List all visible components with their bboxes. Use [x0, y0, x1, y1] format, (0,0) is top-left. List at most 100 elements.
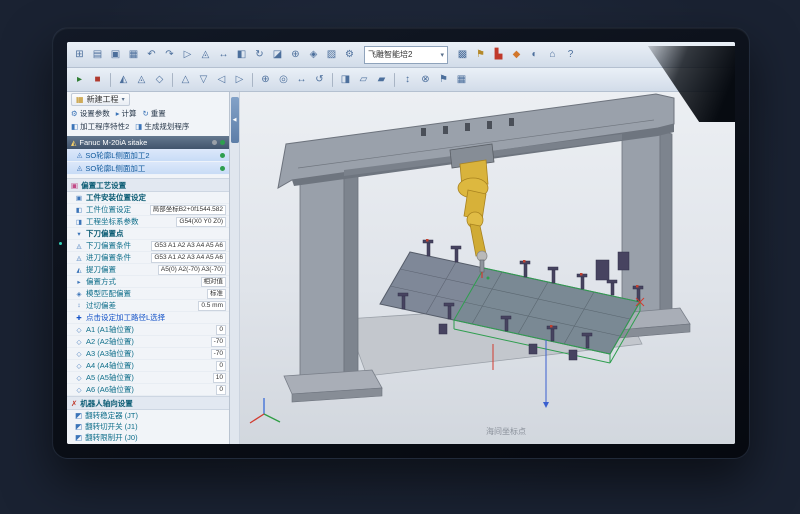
- toolbar-icon-glyph: ↷: [165, 49, 173, 60]
- property-value[interactable]: 0: [216, 385, 226, 395]
- toolbar-icon-glyph: ◁: [218, 74, 226, 85]
- 3d-viewport[interactable]: 海间坐标点: [240, 92, 735, 444]
- process-program-button[interactable]: ◧ 加工程序特性2: [71, 121, 129, 132]
- pdf-export-icon[interactable]: ▙: [490, 46, 507, 63]
- row-axis-a6[interactable]: ◇ A6 (A6轴位置) 0: [67, 384, 229, 396]
- row-axis-a3[interactable]: ◇ A3 (A3轴位置) -70: [67, 348, 229, 360]
- property-value[interactable]: G53 A1 A2 A3 A4 A5 A6: [151, 253, 226, 263]
- pan-icon[interactable]: ↔: [293, 71, 310, 88]
- property-value[interactable]: 局部坐标B2+0f1544.582: [150, 205, 226, 215]
- property-value[interactable]: G54(X0 Y0 Z0): [176, 217, 226, 227]
- toolbar-icon-glyph: ?: [568, 49, 574, 60]
- redo-icon[interactable]: ↷: [161, 46, 178, 63]
- row-model-match[interactable]: ◈ 模型匹配偏置 标准: [67, 288, 229, 300]
- display-style-icon[interactable]: ◐: [526, 46, 543, 63]
- fillet-icon[interactable]: ◪: [269, 46, 286, 63]
- toolbar-icon-glyph: ▙: [495, 49, 503, 60]
- property-value[interactable]: 0.5 mm: [198, 301, 226, 311]
- print-icon[interactable]: ▦: [125, 46, 142, 63]
- extrude-icon[interactable]: ◧: [233, 46, 250, 63]
- command-button-label: 加工程序特性2: [80, 121, 129, 132]
- toggle-flip-limit[interactable]: ◩ 翻转限制开 (J0): [67, 432, 229, 443]
- simulation-icon[interactable]: ◆: [508, 46, 525, 63]
- grid-icon[interactable]: ▦: [453, 71, 470, 88]
- section-view-icon[interactable]: ◨: [337, 71, 354, 88]
- row-axis-a2[interactable]: ◇ A2 (A2轴位置) -70: [67, 336, 229, 348]
- generate-program-button[interactable]: ◨ 生成规划程序: [135, 121, 189, 132]
- settings-icon[interactable]: ⚙: [341, 46, 358, 63]
- dimension-icon[interactable]: ↔: [215, 46, 232, 63]
- zoom-fit-icon[interactable]: ◎: [275, 71, 292, 88]
- property-value[interactable]: 10: [213, 373, 226, 383]
- property-value[interactable]: 相对值: [201, 277, 227, 287]
- row-path-select-link[interactable]: ✚ 点击设定加工路径L选择: [67, 312, 229, 324]
- property-value[interactable]: -70: [211, 337, 226, 347]
- row-tolerance[interactable]: ↕ 过切偏差 0.5 mm: [67, 300, 229, 312]
- save-icon[interactable]: ▣: [107, 46, 124, 63]
- revolve-icon[interactable]: ↻: [251, 46, 268, 63]
- property-value[interactable]: A5(0) A2(-70) A3(-70): [158, 265, 226, 275]
- view-left-icon[interactable]: ◁: [213, 71, 230, 88]
- flag-icon[interactable]: ⚑: [435, 71, 452, 88]
- render-icon[interactable]: ▩: [454, 46, 471, 63]
- wireframe-icon[interactable]: ▱: [355, 71, 372, 88]
- undo-icon[interactable]: ↶: [143, 46, 160, 63]
- measure-icon[interactable]: ↕: [399, 71, 416, 88]
- property-value[interactable]: 0: [216, 361, 226, 371]
- home-view-icon[interactable]: ⌂: [544, 46, 561, 63]
- assembly-icon[interactable]: ⊕: [287, 46, 304, 63]
- tree-item-robot[interactable]: ◭ Fanuc M-20iA sitake: [67, 136, 229, 149]
- open-file-icon[interactable]: ▤: [89, 46, 106, 63]
- shaded-icon[interactable]: ▰: [373, 71, 390, 88]
- toolbar-icon-glyph: ◬: [138, 74, 146, 85]
- markup-icon[interactable]: ⚑: [472, 46, 489, 63]
- robot-setup-icon[interactable]: ◭: [115, 71, 132, 88]
- row-axis-a4[interactable]: ◇ A4 (A4轴位置) 0: [67, 360, 229, 372]
- property-value[interactable]: G53 A1 A2 A3 A4 A5 A6: [151, 241, 226, 251]
- toggle-flip-stabilizer[interactable]: ◩ 翻转稳定器 (JT): [67, 410, 229, 421]
- reset-button[interactable]: ↻ 重置: [143, 108, 166, 119]
- stop-icon[interactable]: ■: [89, 71, 106, 88]
- sketch-icon[interactable]: ◬: [197, 46, 214, 63]
- zoom-in-icon[interactable]: ⊕: [257, 71, 274, 88]
- calculate-button[interactable]: ▸ 计算: [116, 108, 137, 119]
- section-icon: ▣: [71, 181, 78, 190]
- property-value[interactable]: 0: [216, 325, 226, 335]
- view-right-icon[interactable]: ▷: [231, 71, 248, 88]
- row-plunge-offset[interactable]: ▾ 下刀偏置点: [67, 228, 229, 240]
- status-dot: [212, 140, 217, 145]
- new-file-icon[interactable]: ⊞: [71, 46, 88, 63]
- help-icon[interactable]: ?: [562, 46, 579, 63]
- view-front-icon[interactable]: △: [177, 71, 194, 88]
- pattern-icon[interactable]: ▨: [323, 46, 340, 63]
- row-coordinate-system[interactable]: ◨ 工程坐标系参数 G54(X0 Y0 Z0): [67, 216, 229, 228]
- rotate-view-icon[interactable]: ↺: [311, 71, 328, 88]
- row-axis-a1[interactable]: ◇ A1 (A1轴位置) 0: [67, 324, 229, 336]
- row-workpiece-position[interactable]: ◧ 工件位置设定 局部坐标B2+0f1544.582: [67, 204, 229, 216]
- tree-item-profile-milling[interactable]: ◬ SO轮廓L侧面加工: [67, 162, 229, 175]
- run-icon[interactable]: ▸: [71, 71, 88, 88]
- property-value[interactable]: 标准: [207, 289, 226, 299]
- property-label: 下刀偏置条件: [86, 240, 131, 251]
- row-retract-offset[interactable]: ◭ 提刀偏置 A5(0) A2(-70) A3(-70): [67, 264, 229, 276]
- view-back-icon[interactable]: ▽: [195, 71, 212, 88]
- path-edit-icon[interactable]: ◬: [133, 71, 150, 88]
- row-axis-a5[interactable]: ◇ A5 (A5轴位置) 10: [67, 372, 229, 384]
- tree-item-profile-milling-2[interactable]: ◬ SO轮廓L侧面加工2: [67, 149, 229, 162]
- row-plunge-condition[interactable]: ◬ 下刀偏置条件 G53 A1 A2 A3 A4 A5 A6: [67, 240, 229, 252]
- set-params-button[interactable]: ⚙ 设置参数: [71, 108, 110, 119]
- mate-icon[interactable]: ⊗: [417, 71, 434, 88]
- toggle-label: 翻转限制开 (J0): [85, 432, 138, 443]
- row-workpiece-mount[interactable]: ▣ 工件安装位置设定: [67, 192, 229, 204]
- row-offset-mode[interactable]: ▸ 偏置方式 相对值: [67, 276, 229, 288]
- new-project-button[interactable]: ▦ 新建工程 ▾: [71, 93, 130, 106]
- property-value[interactable]: -70: [211, 349, 226, 359]
- configuration-combo[interactable]: 飞雕智能培2 ▾: [364, 46, 448, 64]
- point-select-icon[interactable]: ◇: [151, 71, 168, 88]
- panel-collapse-tab[interactable]: ◀: [231, 97, 239, 143]
- row-feed-condition[interactable]: ◬ 进刀偏置条件 G53 A1 A2 A3 A4 A5 A6: [67, 252, 229, 264]
- select-icon[interactable]: ▷: [179, 46, 196, 63]
- 3d-scene: [240, 92, 735, 444]
- toggle-flip-switch[interactable]: ◩ 翻转切开关 (J1): [67, 421, 229, 432]
- feature-icon[interactable]: ◈: [305, 46, 322, 63]
